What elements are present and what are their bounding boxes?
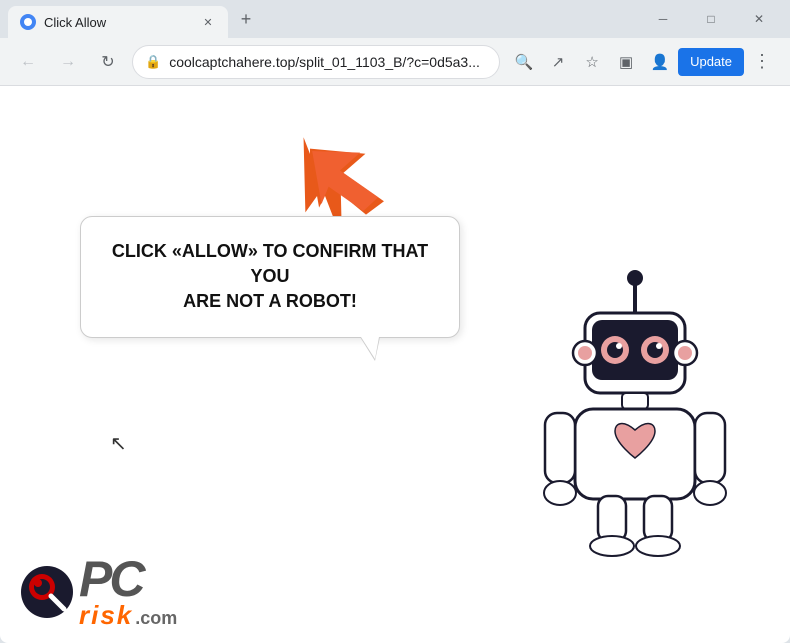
- pc-text: PC: [79, 554, 142, 604]
- toolbar: ← → ↻ 🔒 coolcaptchahere.top/split_01_110…: [0, 38, 790, 86]
- tab-strip: Click Allow ✕ +: [8, 0, 636, 38]
- active-tab[interactable]: Click Allow ✕: [8, 6, 228, 38]
- refresh-button[interactable]: ↻: [92, 46, 124, 78]
- lock-icon: 🔒: [145, 54, 161, 70]
- search-icon[interactable]: 🔍: [508, 46, 540, 78]
- close-button[interactable]: ✕: [736, 3, 782, 35]
- mouse-cursor: ↖: [110, 431, 127, 456]
- update-button[interactable]: Update: [678, 48, 744, 76]
- menu-button[interactable]: ⋮: [746, 46, 778, 78]
- new-tab-button[interactable]: +: [232, 5, 260, 33]
- orange-arrow-container: [310, 136, 400, 231]
- share-icon[interactable]: ↗: [542, 46, 574, 78]
- chrome-window: Click Allow ✕ + ─ □ ✕ ← → ↻ 🔒 coolcaptch…: [0, 0, 790, 643]
- bookmark-icon[interactable]: ☆: [576, 46, 608, 78]
- profile-icon[interactable]: 👤: [644, 46, 676, 78]
- window-controls: ─ □ ✕: [640, 3, 782, 35]
- pcrisk-logo: PC risk .com: [20, 554, 177, 631]
- tab-favicon-icon: [20, 14, 36, 30]
- web-content: CLICK «ALLOW» TO CONFIRM THAT YOU ARE NO…: [0, 86, 790, 643]
- address-bar[interactable]: 🔒 coolcaptchahere.top/split_01_1103_B/?c…: [132, 45, 500, 79]
- address-text: coolcaptchahere.top/split_01_1103_B/?c=0…: [169, 54, 487, 70]
- toolbar-actions: 🔍 ↗ ☆ ▣ 👤 Update ⋮: [508, 46, 778, 78]
- tab-close-button[interactable]: ✕: [200, 14, 216, 30]
- tab-title: Click Allow: [44, 15, 192, 30]
- pcrisk-text: PC risk .com: [79, 554, 177, 631]
- minimize-button[interactable]: ─: [640, 3, 686, 35]
- back-button[interactable]: ←: [12, 46, 44, 78]
- sidebar-icon[interactable]: ▣: [610, 46, 642, 78]
- forward-button[interactable]: →: [52, 46, 84, 78]
- robot-illustration: [540, 268, 730, 563]
- risk-text: risk: [79, 600, 133, 631]
- com-text: .com: [135, 608, 177, 629]
- title-bar: Click Allow ✕ + ─ □ ✕: [0, 0, 790, 38]
- arrow-icon: [310, 136, 400, 226]
- pcrisk-icon: [20, 565, 75, 620]
- speech-bubble: CLICK «ALLOW» TO CONFIRM THAT YOU ARE NO…: [80, 216, 460, 338]
- bubble-text: CLICK «ALLOW» TO CONFIRM THAT YOU ARE NO…: [109, 239, 431, 315]
- maximize-button[interactable]: □: [688, 3, 734, 35]
- robot-svg: [540, 268, 730, 558]
